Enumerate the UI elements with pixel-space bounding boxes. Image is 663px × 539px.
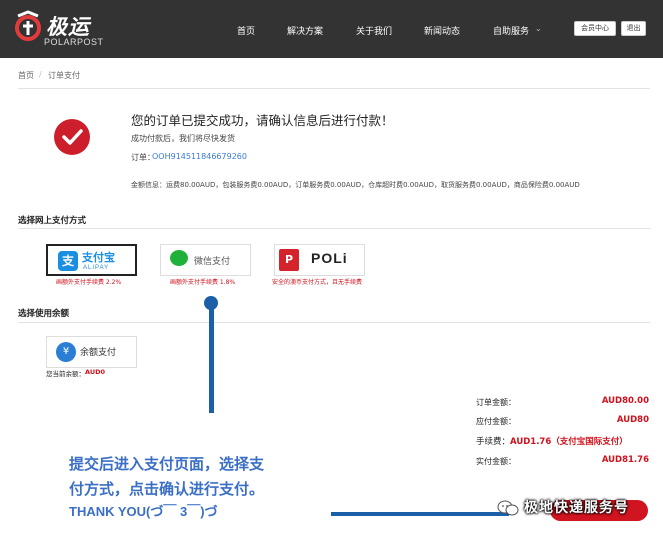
balance-coins-icon: ¥ [56, 342, 76, 362]
annotation-line-horizontal [331, 512, 509, 516]
current-balance-label: 您当前余额： [46, 370, 85, 378]
annotation-text-line2: 付方式，点击确认进行支付。 [69, 480, 265, 498]
order-number[interactable]: OOH9145118466792​60 [152, 152, 247, 161]
alipay-fee-note: 画额外支付手续费 2.2% [56, 279, 122, 286]
balance-pay-label: 余额支付 [80, 348, 117, 358]
logout-button[interactable]: 退出 [621, 21, 646, 36]
divider [18, 88, 650, 89]
nav-self-service[interactable]: 自助服务 [493, 24, 529, 37]
watermark-text: 极地快递服务号 [524, 500, 629, 516]
divider [18, 228, 650, 229]
fee-label: 手续费： [476, 437, 511, 447]
member-center-button[interactable]: 会员中心 [574, 21, 616, 36]
nav-about[interactable]: 关于我们 [356, 24, 392, 37]
balance-title: 选择使用余额 [18, 309, 70, 319]
order-amount-label: 订单金额： [476, 398, 516, 407]
annotation-dot [204, 296, 218, 310]
nav-news[interactable]: 新闻动态 [424, 24, 460, 37]
breadcrumb-home[interactable]: 首页 [18, 70, 34, 81]
actual-amount-value: AUD81.76 [601, 455, 649, 465]
payable-value: AUD80 [616, 415, 649, 425]
logo-text-en: POLARPOST [44, 37, 104, 47]
nav-home[interactable]: 首页 [237, 24, 255, 37]
top-header: 极运 POLARPOST 首页 解决方案 关于我们 新闻动态 自助服务 ⌄ 会员… [0, 0, 663, 58]
breadcrumb-current: 订单支付 [48, 71, 80, 80]
logo-mark-icon [15, 10, 41, 41]
breadcrumb-separator: / [39, 70, 42, 79]
annotation-text-line1: 提交后进入支付页面，选择支 [69, 455, 265, 473]
fee-breakdown: 金额信息：运费80.00AUD，包装服务费0.00AUD，订单服务费0.00AU… [131, 181, 580, 189]
actual-amount-label: 实付金额： [476, 457, 516, 466]
chevron-down-icon[interactable]: ⌄ [535, 24, 542, 33]
success-title: 您的订单已提交成功，请确认信息后进行付款！ [131, 113, 394, 128]
poli-icon: P [279, 249, 299, 271]
payable-label: 应付金额： [476, 417, 516, 426]
checkmark-icon [54, 119, 90, 155]
alipay-label: 支付宝 [82, 251, 115, 264]
wechat-pay-option[interactable]: 微信支付 [160, 244, 251, 276]
wechat-official-icon [497, 500, 519, 516]
success-subtitle: 成功付款后，我们将尽快发货 [131, 134, 235, 143]
current-balance-value: AUD0 [85, 368, 106, 376]
alipay-sub-label: ALIPAY [83, 265, 110, 271]
poli-option[interactable]: P POLi [274, 244, 365, 276]
online-payment-title: 选择网上支付方式 [18, 216, 87, 226]
wechat-fee-note: 画额外支付手续费 1.8% [170, 279, 236, 286]
order-amount-value: AUD80.00 [601, 396, 649, 406]
alipay-icon: 支 [58, 251, 78, 271]
logo[interactable]: 极运 POLARPOST [14, 8, 104, 50]
divider [18, 322, 650, 323]
wechat-pay-label: 微信支付 [194, 257, 231, 267]
annotation-line-vertical [209, 300, 214, 413]
fee-value: AUD1.76（支付宝国际支付） [510, 437, 628, 447]
poli-fee-note: 安全的澳币支付方式，且无手续费 [272, 279, 363, 286]
nav-solutions[interactable]: 解决方案 [287, 24, 323, 37]
fee-row: 手续费：AUD1.76（支付宝国际支付） [476, 435, 628, 447]
balance-pay-option[interactable]: ¥ 余额支付 [46, 336, 137, 368]
annotation-thanks: THANK YOU(づ￣ 3￣)づ [69, 504, 218, 519]
poli-label: POLi [311, 250, 348, 266]
wechat-icon [170, 250, 188, 266]
alipay-option[interactable]: 支 支付宝 ALIPAY [46, 244, 137, 276]
